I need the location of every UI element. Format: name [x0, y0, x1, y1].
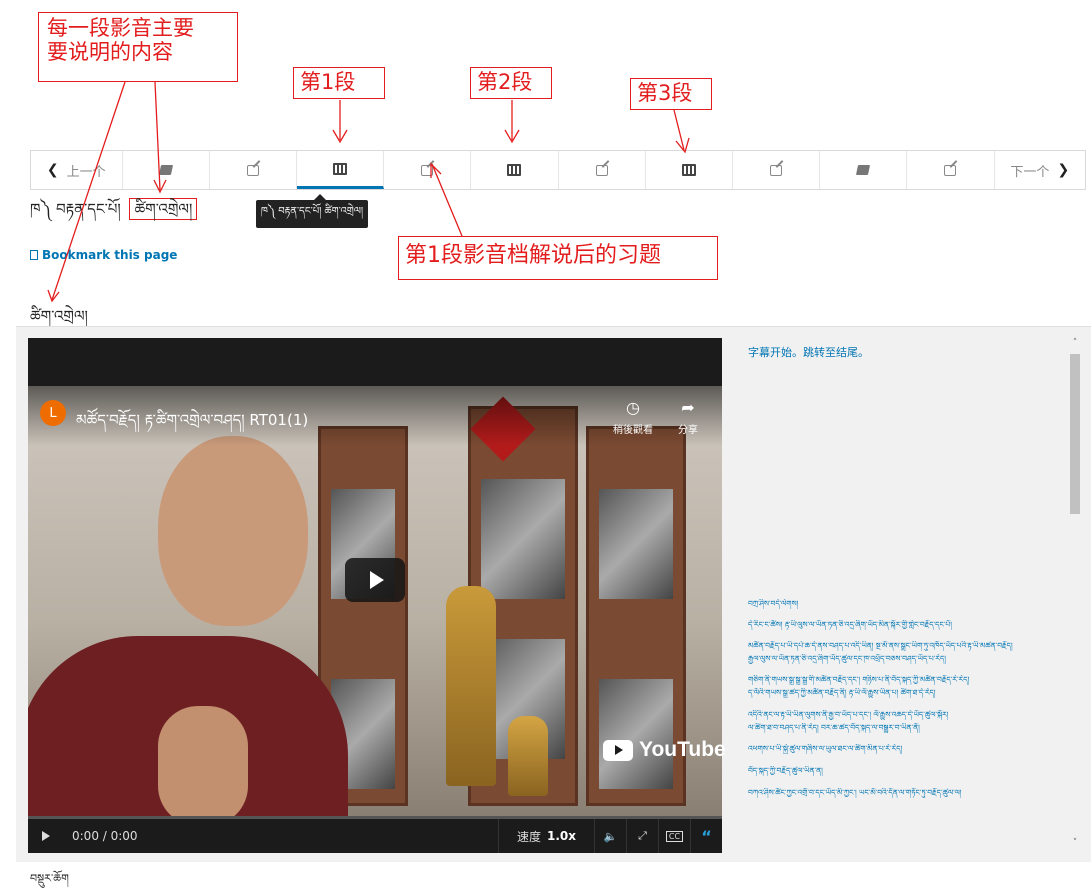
- transcript-line[interactable]: གཅིག་ནི་གཡས་སྒྲ་སྒྲ་སྒྲ་གི་མཚོན་བརྗོད་དང…: [748, 675, 1068, 685]
- transcript-line[interactable]: འཕགས་པ་ཡི་སྐྱེ་ཚུལ་གཞིས་ལ་ཡུལ་ཐང་ལ་ཚིག་མ…: [748, 744, 1068, 754]
- previous-label: 上一个: [66, 164, 106, 180]
- book-icon: [158, 165, 173, 175]
- share-icon: ➦: [681, 398, 695, 417]
- edit-icon: [595, 164, 608, 176]
- speaker-hand: [158, 706, 248, 816]
- download-heading: བསྡུར་ཆོག: [30, 872, 69, 885]
- nav-item-video-2[interactable]: [471, 151, 559, 189]
- film-icon: [681, 164, 696, 176]
- youtube-logo[interactable]: YouTube: [603, 738, 726, 762]
- big-play-button[interactable]: [345, 558, 405, 602]
- nav-item-video-1[interactable]: [296, 151, 385, 189]
- volume-button[interactable]: 🔈: [594, 819, 626, 853]
- watch-later-label: 稍後觀看: [613, 425, 653, 436]
- transcript-line[interactable]: རྒྱལ་ལུས་ལ་ཡོན་ཏན་ཅི་འདྲ་ཞིག་ཡོད་ཚུལ་དང་…: [748, 654, 1068, 664]
- arrowhead: [332, 129, 348, 144]
- nav-item-edit-5[interactable]: [907, 151, 995, 189]
- nav-item-edit-3[interactable]: [559, 151, 646, 189]
- transcript-line[interactable]: བཀྲ་ཤིས་བདེ་ལེགས།: [748, 599, 1068, 609]
- unit-title-prefix: ཁ༽ བརྟན་དང་པོ།: [30, 200, 121, 218]
- arrowhead: [504, 129, 520, 144]
- nav-item-video-3[interactable]: [646, 151, 733, 189]
- annotation-line-2: 要说明的内容: [47, 40, 173, 65]
- statue: [508, 716, 548, 796]
- film-icon: [507, 164, 522, 176]
- next-label: 下一个: [1010, 164, 1050, 180]
- clock-icon: ◷: [626, 398, 640, 417]
- transcript-panel: 字幕开始。跳转至结尾。 བཀྲ་ཤིས་བདེ་ལེགས། དེ་རིང་ང་ཚ…: [748, 338, 1078, 853]
- unit-title: ཁ༽ བརྟན་དང་པོ། ཚིག་འགྲེལ།: [30, 193, 198, 235]
- speed-button[interactable]: 速度 1.0x: [498, 819, 594, 853]
- scroll-up-icon[interactable]: ˄: [1068, 338, 1082, 348]
- channel-avatar[interactable]: L: [40, 400, 66, 426]
- play-button[interactable]: [28, 819, 64, 853]
- transcript-line[interactable]: ད་ལོའི་གཡས་སྒྲ་ཚད་ཀྱི་མཚོན་བརྗོད་ནི། རྟ་…: [748, 688, 1068, 698]
- nav-item-book-1[interactable]: [123, 151, 210, 189]
- transcript-line[interactable]: འདིའི་ནང་ལ་རྟ་ཡི་ཡིན་ལུགས་ནི་རྒྱ་བ་ཡོད་པ…: [748, 710, 1068, 720]
- nav-item-edit-4[interactable]: [733, 151, 821, 189]
- arrow-to-segment-3: [673, 109, 685, 151]
- edit-icon: [770, 164, 783, 176]
- annotation-segment-1: 第1段: [293, 67, 385, 99]
- time-display: 0:00 / 0:00: [72, 829, 138, 843]
- speed-label: 速度: [516, 829, 541, 844]
- next-button[interactable]: 下一个 ❯: [995, 151, 1086, 189]
- nav-tooltip: ཁ༽ བརྟན་དང་པོ། ཚིག་འགྲེལ།: [256, 194, 368, 228]
- transcript-line[interactable]: མཚོན་བརྗོད་པ་ཡི་དཔེ་ཆ་དེ་ནས་བཤད་པ་འདི་ཡི…: [748, 641, 1068, 651]
- film-icon: [333, 162, 348, 175]
- captions-icon: CC: [665, 830, 684, 842]
- transcript-line[interactable]: བཀའ་ཤིས་ཚོང་ཀྱང་འགྲོ་བ་དང་ཡོད་མི་ཀྱང་། ཡ…: [748, 788, 1068, 798]
- unit-title-main: ཚིག་འགྲེལ།: [129, 198, 198, 220]
- transcript-line[interactable]: ལ་ཚིག་ཐ་བ་བཤད་པ་ནི་རེད། བར་ཆ་ཚད་བོད་སྐད་…: [748, 723, 1068, 733]
- watch-later-button[interactable]: ◷ 稍後觀看: [608, 398, 658, 436]
- edit-icon: [944, 164, 957, 176]
- youtube-wordmark: YouTube: [639, 738, 726, 761]
- quote-icon: “: [701, 826, 712, 846]
- video-controls: 0:00 / 0:00 速度 1.0x 🔈 ⤢ CC “: [28, 819, 722, 853]
- transcript-line[interactable]: བོད་སྐད་ཀྱི་བརྗོད་ཚུལ་ཡིན་ན།: [748, 766, 1068, 776]
- captions-button[interactable]: CC: [658, 819, 690, 853]
- scroll-down-icon[interactable]: ˅: [1068, 838, 1082, 848]
- nav-item-book-2[interactable]: [820, 151, 908, 189]
- annotation-line-1: 每一段影音主要: [47, 16, 194, 40]
- annotation-exercise-note: 第1段影音档解说后的习题: [398, 236, 718, 280]
- arrow-to-section-heading: [51, 81, 126, 301]
- transcript-line[interactable]: དེ་རིང་ང་ཚོས། རྟ་ཡི་ལུས་ལ་ཡོན་ཏན་ཅི་འདྲ་…: [748, 620, 1068, 630]
- chevron-left-icon: ❮: [46, 162, 59, 178]
- annotation-segment-3: 第3段: [630, 78, 712, 110]
- bookmark-button[interactable]: Bookmark this page: [30, 248, 177, 262]
- transcript-skip-link[interactable]: 字幕开始。跳转至结尾。: [748, 344, 869, 360]
- edit-icon: [421, 164, 434, 176]
- share-button[interactable]: ➦ 分享: [668, 398, 708, 436]
- edit-icon: [246, 164, 259, 176]
- sequence-nav: ❮ 上一个 下一个 ❯: [30, 150, 1086, 190]
- share-label: 分享: [678, 425, 698, 436]
- transcript-toggle-button[interactable]: “: [690, 819, 722, 853]
- bookmark-icon: [30, 250, 38, 260]
- scrollbar-thumb[interactable]: [1070, 354, 1080, 514]
- youtube-play-icon: [603, 739, 633, 761]
- video-title[interactable]: མཚོད་བརྗོད། རྟ་ཚིག་འགྲེལ་བཤད། RT01(1): [76, 404, 308, 446]
- previous-button[interactable]: ❮ 上一个: [31, 151, 123, 189]
- fullscreen-button[interactable]: ⤢: [626, 819, 658, 853]
- fullscreen-icon: ⤢: [638, 829, 647, 842]
- chevron-right-icon: ❯: [1057, 162, 1070, 178]
- annotation-segment-2: 第2段: [470, 67, 552, 99]
- book-icon: [856, 165, 871, 175]
- transcript-scrollbar[interactable]: ˄ ˅: [1068, 338, 1082, 853]
- volume-icon: 🔈: [603, 829, 618, 843]
- nav-item-edit-1[interactable]: [210, 151, 297, 189]
- video-player[interactable]: L མཚོད་བརྗོད། རྟ་ཚིག་འགྲེལ་བཤད། RT01(1) …: [28, 338, 726, 853]
- statue: [446, 586, 496, 786]
- speaker-head: [158, 436, 308, 626]
- bookmark-label: Bookmark this page: [42, 248, 178, 262]
- nav-item-edit-2[interactable]: [384, 151, 472, 189]
- annotation-segment-content-note: 每一段影音主要 要说明的内容: [38, 12, 238, 82]
- speed-value: 1.0x: [547, 829, 576, 843]
